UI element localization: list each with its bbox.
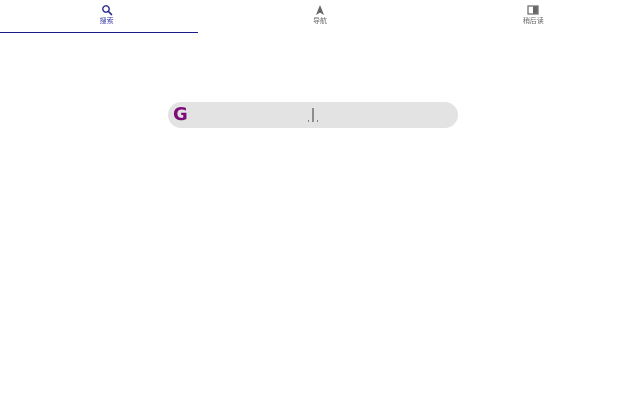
search-bar[interactable]: G (168, 102, 458, 128)
active-tab-indicator (0, 32, 198, 33)
tab-navigation-label: 导航 (312, 17, 327, 25)
read-later-icon (527, 5, 539, 15)
tab-search-label: 搜索 (99, 17, 114, 25)
tab-read-later[interactable]: 稍后读 (427, 0, 640, 34)
top-tab-bar: 搜索 导航 稍后读 (0, 0, 640, 34)
tab-search[interactable]: 搜索 (0, 0, 213, 34)
tab-navigation[interactable]: 导航 (213, 0, 426, 34)
tab-read-later-label: 稍后读 (522, 17, 544, 25)
navigation-arrow-icon (315, 5, 324, 15)
search-icon (101, 5, 112, 16)
google-logo: G (173, 104, 188, 125)
search-input[interactable] (198, 105, 450, 125)
